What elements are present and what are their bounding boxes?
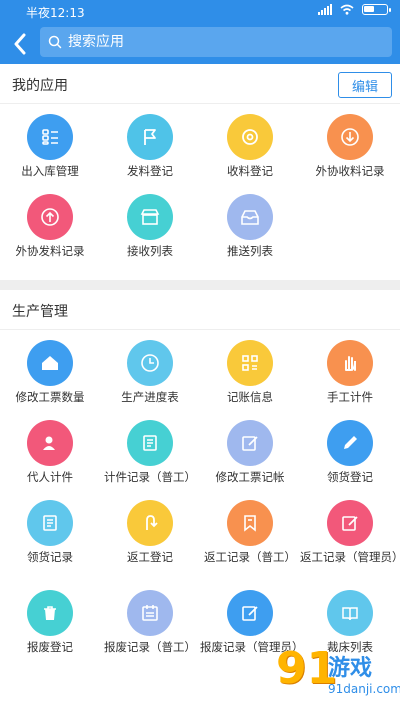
download-icon <box>327 114 373 160</box>
my-app-item-label: 接收列表 <box>127 244 173 258</box>
production-item[interactable]: 领货记录 <box>0 494 100 574</box>
my-app-item[interactable]: 接收列表 <box>100 188 200 268</box>
my-app-item[interactable]: 推送列表 <box>200 188 300 268</box>
edit-icon <box>227 420 273 466</box>
production-item[interactable]: 修改工票记帐 <box>200 414 300 494</box>
signal-icon <box>318 4 332 15</box>
production-item[interactable]: 领货登记 <box>300 414 400 494</box>
production-item-label: 修改工票记帐 <box>215 470 285 484</box>
production-item-label: 返工登记 <box>127 550 173 564</box>
search-icon <box>48 35 62 49</box>
production-item[interactable]: 报废登记 <box>0 584 100 664</box>
my-app-item-label: 收料登记 <box>227 164 273 178</box>
production-item[interactable]: 修改工票数量 <box>0 334 100 414</box>
my-app-item[interactable]: 出入库管理 <box>0 108 100 188</box>
status-time: 半夜12:13 <box>26 6 85 20</box>
production-item[interactable]: 返工记录（普工） <box>200 494 300 574</box>
production-item-label: 返工记录（普工） <box>204 550 296 564</box>
production-item[interactable]: 报废记录（普工） <box>100 584 200 664</box>
production-item[interactable]: 代人计件 <box>0 414 100 494</box>
list-icon <box>27 114 73 160</box>
search-bar[interactable] <box>40 27 392 57</box>
battery-icon <box>362 4 391 15</box>
production-item[interactable]: 生产进度表 <box>100 334 200 414</box>
production-item-label: 修改工票数量 <box>15 390 85 404</box>
my-app-item[interactable]: 外协发料记录 <box>0 188 100 268</box>
production-title: 生产管理 <box>12 304 68 320</box>
production-item[interactable]: 计件记录（普工） <box>100 414 200 494</box>
my-apps-grid: 出入库管理 发料登记 收料登记 外协收料记录外协发料记录 接收列表 推送列表 <box>0 108 400 268</box>
production-item-label: 计件记录（普工） <box>104 470 196 484</box>
grid-icon <box>227 340 273 386</box>
flag-icon <box>127 114 173 160</box>
my-app-item-label: 发料登记 <box>127 164 173 178</box>
production-item-label: 记账信息 <box>227 390 273 404</box>
my-app-item-label: 外协发料记录 <box>15 244 85 258</box>
calendar-icon <box>127 590 173 636</box>
production-grid: 修改工票数量 生产进度表 记账信息 手工计件代人计件 计件记录（普工） 修改工票记帐 领货登… <box>0 334 400 674</box>
edit-icon <box>327 500 373 546</box>
edit-icon <box>227 590 273 636</box>
home-icon <box>27 340 73 386</box>
production-item-label: 代人计件 <box>27 470 73 484</box>
wifi-icon <box>340 4 354 15</box>
my-app-item[interactable]: 外协收料记录 <box>300 108 400 188</box>
production-item-label: 领货登记 <box>327 470 373 484</box>
production-item-label: 报废记录（普工） <box>104 640 196 654</box>
trash-icon <box>27 590 73 636</box>
doc-icon <box>127 420 173 466</box>
production-item-label: 报废登记 <box>27 640 73 654</box>
upload-icon <box>27 194 73 240</box>
my-app-item-label: 推送列表 <box>227 244 273 258</box>
my-app-item[interactable]: 收料登记 <box>200 108 300 188</box>
book-icon <box>327 590 373 636</box>
production-item[interactable]: 返工登记 <box>100 494 200 574</box>
production-item-label: 领货记录 <box>27 550 73 564</box>
section-divider <box>0 280 400 290</box>
return-icon <box>127 500 173 546</box>
top-header: 半夜12:13 <box>0 0 400 64</box>
watermark-url: 91danji.com <box>328 682 400 696</box>
doc-icon <box>27 500 73 546</box>
production-header: 生产管理 <box>0 290 400 330</box>
status-bar: 半夜12:13 <box>0 0 400 22</box>
pencil-icon <box>327 420 373 466</box>
production-item[interactable]: 返工记录（管理员） <box>300 494 400 584</box>
my-apps-title: 我的应用 <box>12 78 68 94</box>
production-item-label: 手工计件 <box>327 390 373 404</box>
bookmark-icon <box>227 500 273 546</box>
inbox-icon <box>227 194 273 240</box>
my-app-item[interactable]: 发料登记 <box>100 108 200 188</box>
production-item[interactable]: 手工计件 <box>300 334 400 414</box>
search-input[interactable] <box>68 34 368 50</box>
watermark-brand: 游戏 <box>328 656 373 681</box>
my-apps-header: 我的应用 编辑 <box>0 64 400 104</box>
hand-icon <box>327 340 373 386</box>
my-app-item-label: 出入库管理 <box>21 164 79 178</box>
store-icon <box>127 194 173 240</box>
clock-icon <box>127 340 173 386</box>
chevron-left-icon <box>14 33 26 55</box>
status-icons <box>318 4 391 15</box>
edit-button[interactable]: 编辑 <box>338 72 392 98</box>
production-item-label: 返工记录（管理员） <box>300 550 400 564</box>
watermark-logo: 91 游戏 91danji.com <box>276 644 400 706</box>
production-item[interactable]: 记账信息 <box>200 334 300 414</box>
production-item-label: 生产进度表 <box>121 390 179 404</box>
user-icon <box>27 420 73 466</box>
back-button[interactable] <box>8 30 32 58</box>
my-app-item-label: 外协收料记录 <box>315 164 385 178</box>
gear-icon <box>227 114 273 160</box>
